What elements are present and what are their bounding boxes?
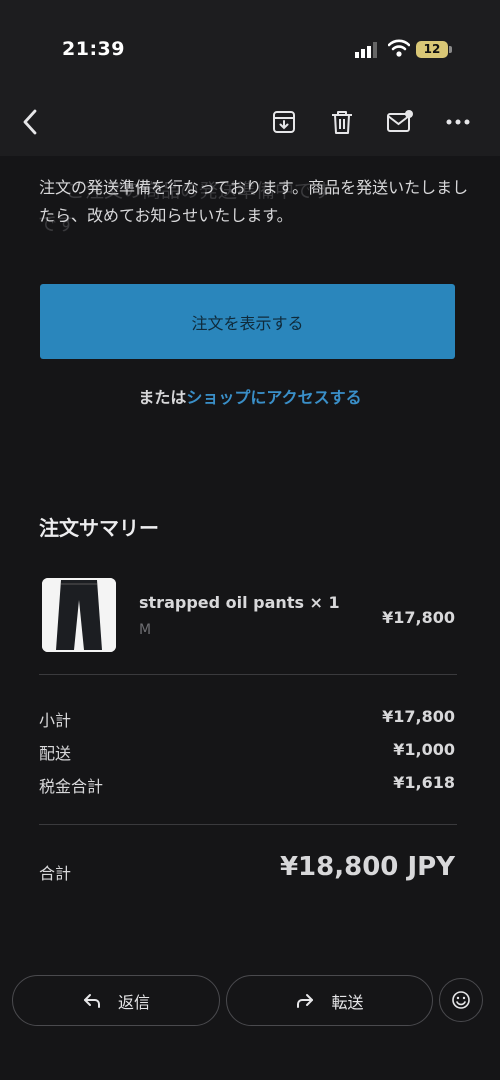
total-value: ¥18,800 JPY — [279, 852, 455, 882]
forward-label: 転送 — [331, 992, 364, 1012]
view-order-button[interactable]: 注文を表示する — [40, 284, 455, 359]
status-time: 21:39 — [62, 38, 125, 60]
order-summary-title: 注文サマリー — [39, 516, 159, 540]
reaction-button[interactable] — [439, 978, 483, 1022]
mark-unread-button[interactable] — [386, 108, 414, 136]
product-price: ¥17,800 — [382, 608, 455, 627]
shop-access-link[interactable]: ショップにアクセスする — [186, 388, 361, 407]
subtotal-value: ¥17,800 — [382, 707, 455, 726]
product-variant: M — [139, 622, 152, 638]
delete-button[interactable] — [328, 108, 356, 136]
cellular-signal-icon — [355, 42, 377, 58]
reply-button[interactable]: 返信 — [12, 975, 220, 1026]
shipping-label: 配送 — [39, 744, 72, 763]
pants-image — [42, 578, 116, 652]
total-label: 合計 — [39, 864, 72, 883]
battery-icon: 12 — [416, 41, 448, 58]
back-button[interactable] — [16, 108, 44, 136]
shop-access-line: またはショップにアクセスする — [0, 384, 500, 408]
status-bar: 21:39 12 — [0, 0, 500, 80]
archive-icon — [273, 111, 295, 133]
tax-value: ¥1,618 — [393, 773, 455, 792]
or-prefix: または — [138, 388, 187, 407]
reply-label: 返信 — [117, 992, 150, 1012]
trash-icon — [332, 111, 352, 134]
forward-arrow-icon — [297, 993, 314, 1008]
chevron-left-icon — [23, 109, 37, 135]
shipping-value: ¥1,000 — [393, 740, 455, 759]
product-thumbnail — [42, 578, 116, 652]
more-dots-icon — [446, 119, 470, 125]
archive-button[interactable] — [270, 108, 298, 136]
mail-toolbar: ご注文の商品の発送準備中です です — [0, 80, 500, 235]
divider — [39, 674, 457, 675]
divider — [39, 824, 457, 825]
mail-dot-icon — [387, 110, 413, 132]
more-button[interactable] — [444, 108, 472, 136]
wifi-icon — [388, 39, 410, 57]
product-name: strapped oil pants × 1 — [139, 593, 340, 612]
forward-button[interactable]: 転送 — [226, 975, 433, 1026]
tax-label: 税金合計 — [39, 777, 104, 796]
smiley-icon — [452, 991, 470, 1009]
subtotal-label: 小計 — [39, 711, 72, 730]
battery-tip — [449, 46, 452, 53]
reply-arrow-icon — [83, 993, 100, 1008]
message-body-text: 注文の発送準備を行なっております。商品を発送いたしましたら、改めてお知らせいたし… — [39, 178, 469, 225]
